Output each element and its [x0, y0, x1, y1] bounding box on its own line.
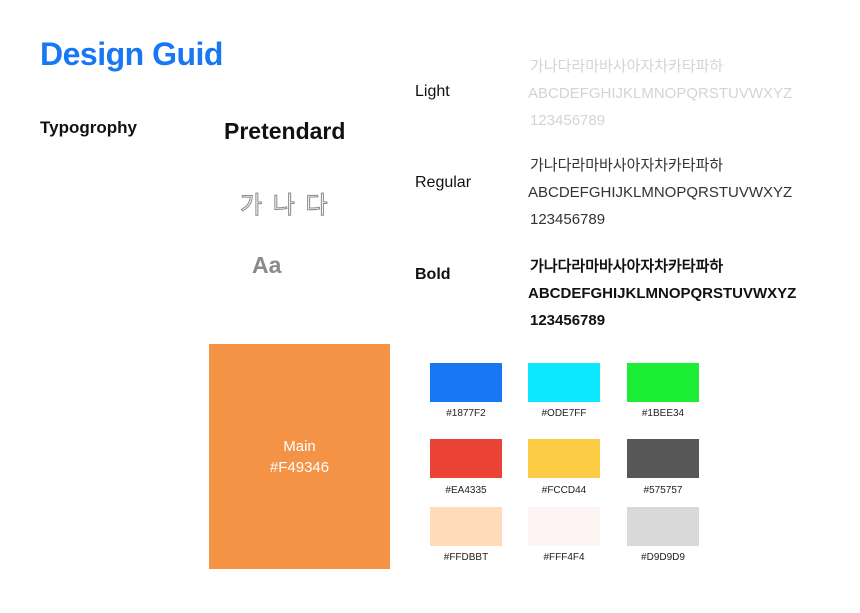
swatch-color-block — [627, 363, 699, 402]
main-color-code: #F49346 — [269, 458, 330, 476]
swatch-code: #1877F2 — [446, 408, 486, 419]
specimen-regular: 가나다라마바사아자차카타파하 ABCDEFGHIJKLMNOPQRSTUVWXY… — [528, 152, 818, 233]
swatch-color-block — [627, 439, 699, 478]
swatch-code: #FFDBBT — [443, 552, 489, 563]
swatch-code: #EA4335 — [445, 485, 487, 496]
swatch-color-block — [528, 507, 600, 546]
specimen-regular-digits: 123456789 — [530, 211, 606, 228]
font-name: Pretendard — [224, 118, 346, 144]
main-color-label: Main — [283, 437, 316, 455]
swatch-color-block — [528, 363, 600, 402]
swatch-color-block — [430, 363, 502, 402]
page-title: Design Guid — [40, 36, 223, 72]
color-swatch — [627, 507, 699, 546]
specimen-bold: 가나다라마바사아자차카타파하 ABCDEFGHIJKLMNOPQRSTUVWXY… — [528, 253, 818, 334]
specimen-light: 가나다라마바사아자차카타파하 ABCDEFGHIJKLMNOPQRSTUVWXY… — [528, 53, 818, 134]
specimen-bold-digits: 123456789 — [530, 312, 606, 329]
specimen-light-korean: 가나다라마바사아자차카타파하 — [530, 58, 724, 75]
color-swatch — [430, 507, 502, 546]
specimen-bold-korean: 가나다라마바사아자차카타파하 — [530, 258, 724, 275]
swatch-code: #575757 — [643, 485, 683, 496]
main-color-swatch: Main #F49346 — [209, 344, 390, 569]
swatch-color-block — [627, 507, 699, 546]
swatch-code: #ODE7FF — [541, 408, 587, 419]
swatch-code: #FFF4F4 — [543, 552, 585, 563]
swatch-color-block — [430, 439, 502, 478]
color-swatch — [430, 363, 502, 402]
color-swatch — [528, 439, 600, 478]
specimen-light-digits: 123456789 — [530, 112, 606, 129]
specimen-regular-korean: 가나다라마바사아자차카타파하 — [530, 157, 724, 174]
korean-sample-glyphs: 가 나 다 — [240, 192, 330, 220]
typography-section-label: Typogrophy — [40, 118, 137, 137]
latin-sample-glyphs: Aa — [252, 252, 282, 278]
swatch-code: #D9D9D9 — [641, 552, 685, 563]
weight-label-regular: Regular — [415, 174, 472, 191]
weight-label-light: Light — [415, 83, 450, 100]
weight-label-bold: Bold — [415, 266, 451, 283]
specimen-light-latin: ABCDEFGHIJKLMNOPQRSTUVWXYZ — [528, 85, 793, 102]
color-swatch — [627, 439, 699, 478]
swatch-color-block — [528, 439, 600, 478]
color-swatch — [528, 363, 600, 402]
swatch-code: #1BEE34 — [641, 408, 685, 419]
specimen-bold-latin: ABCDEFGHIJKLMNOPQRSTUVWXYZ — [528, 285, 797, 302]
specimen-regular-latin: ABCDEFGHIJKLMNOPQRSTUVWXYZ — [528, 184, 793, 201]
swatch-code: #FCCD44 — [541, 485, 587, 496]
color-swatch — [627, 363, 699, 402]
swatch-color-block — [430, 507, 502, 546]
color-swatch — [528, 507, 600, 546]
color-swatch — [430, 439, 502, 478]
